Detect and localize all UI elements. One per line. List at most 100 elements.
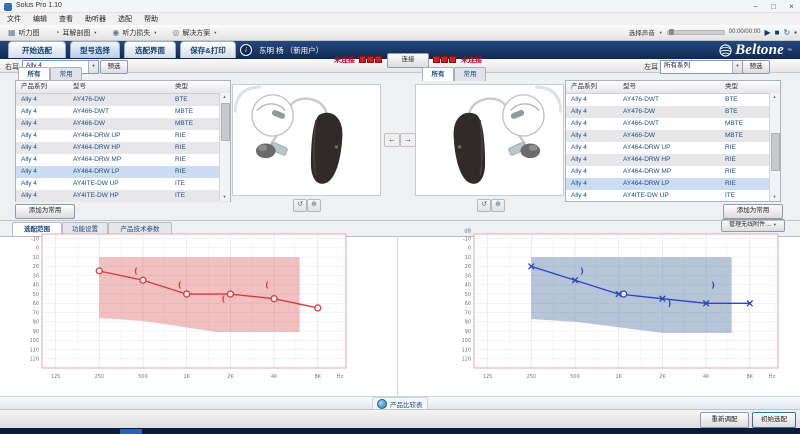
right-preselect-button[interactable]: 预选 <box>100 60 128 74</box>
left-preselect-button[interactable]: 预选 <box>742 60 770 74</box>
table-row[interactable]: Ally 4AY476-DWBTE <box>566 106 780 118</box>
svg-text:1K: 1K <box>615 374 622 380</box>
table-row[interactable]: Ally 4AY464-DRW UPRIE <box>16 130 230 142</box>
svg-text:): ) <box>580 267 584 276</box>
table-row[interactable]: Ally 4AY466-DWTMBTE <box>566 118 780 130</box>
table-row[interactable]: Ally 4AY466-DWTMBTE <box>16 106 230 118</box>
table-row[interactable]: Ally 4AY4ITE-DW HPITE <box>16 190 230 202</box>
column-header[interactable]: 产品系列 <box>16 81 68 93</box>
ear-anatomy-button[interactable]: ◔ 耳解剖图 ▼ <box>52 27 101 39</box>
play-icon[interactable]: ▶ <box>764 28 770 37</box>
select-sound-button[interactable]: 选择声音 <box>629 27 655 37</box>
initial-fit-button[interactable]: 初始选配 <box>752 412 796 428</box>
column-header[interactable]: 类型 <box>170 81 220 93</box>
hearing-loss-button[interactable]: ◉ 听力损失 ▼ <box>109 27 160 39</box>
rotate-view-button-left[interactable]: ↺ <box>477 199 491 212</box>
zoom-view-button-left[interactable]: ⊕ <box>491 199 505 212</box>
rotate-view-button-right[interactable]: ↺ <box>293 199 307 212</box>
slider-thumb[interactable] <box>669 29 674 35</box>
svg-text:1K: 1K <box>183 374 190 380</box>
scroll-down-icon[interactable]: ▼ <box>770 193 779 201</box>
cell: Ally 4 <box>16 142 68 154</box>
solutions-button[interactable]: ◎ 解决方案 ▼ <box>169 27 220 39</box>
table-row[interactable]: Ally 4AY464-DRW MPRIE <box>566 166 780 178</box>
refit-button[interactable]: 重新调配 <box>700 412 749 428</box>
column-header[interactable]: 产品系列 <box>566 81 618 93</box>
scrollbar-thumb[interactable] <box>221 103 230 141</box>
menu-item-file[interactable]: 文件 <box>7 14 21 24</box>
right-model-table: 产品系列型号类型 Ally 4AY476-DWTBTEAlly 4AY476-D… <box>565 80 781 202</box>
table-row[interactable]: Ally 4AY464-DRW LPRIE <box>16 166 230 178</box>
scroll-down-icon[interactable]: ▼ <box>220 193 229 201</box>
table-row[interactable]: Ally 4AY466-DWMBTE <box>16 118 230 130</box>
left-add-favorite-button[interactable]: 添加为常用 <box>15 204 75 219</box>
tab-start-fitting[interactable]: 开始选配 <box>8 41 66 58</box>
table-row[interactable]: Ally 4AY464-DRW LPRIE <box>566 178 780 190</box>
right-tab-all[interactable]: 所有 <box>422 67 454 81</box>
menu-item-view[interactable]: 查看 <box>59 14 73 24</box>
svg-text:4K: 4K <box>703 374 710 380</box>
hearing-aid-illustration-left <box>416 85 563 195</box>
menu-item-help[interactable]: 帮助 <box>144 14 158 24</box>
scroll-up-icon[interactable]: ▲ <box>220 93 229 101</box>
svg-text:125: 125 <box>483 374 493 380</box>
close-button[interactable]: × <box>783 0 800 13</box>
copy-right-icon[interactable]: → <box>400 133 416 147</box>
cell: MBTE <box>170 106 220 118</box>
chevron-down-icon: ▼ <box>93 30 97 35</box>
scrollbar-thumb[interactable] <box>771 133 780 171</box>
svg-text:40: 40 <box>465 283 471 289</box>
copy-left-icon[interactable]: ← <box>384 133 400 147</box>
loop-icon[interactable]: ↻ <box>783 28 790 37</box>
table-row[interactable]: Ally 4AY476-DWBTE <box>16 94 230 106</box>
table-row[interactable]: Ally 4AY466-DWMBTE <box>566 130 780 142</box>
left-tab-favorites[interactable]: 常用 <box>50 67 82 81</box>
svg-text:40: 40 <box>33 283 39 289</box>
table-row[interactable]: Ally 4AY464-DRW UPRIE <box>566 142 780 154</box>
audiogram-button[interactable]: ▦ 听力图 <box>5 27 43 39</box>
table-row[interactable]: Ally 4AY476-DWTBTE <box>566 94 780 106</box>
tab-model-selection[interactable]: 型号选择 <box>70 41 120 58</box>
cell: Ally 4 <box>16 190 68 202</box>
cell: Ally 4 <box>566 106 618 118</box>
cell: AY464-DRW UP <box>618 142 720 154</box>
tab-save-print[interactable]: 保存&打印 <box>180 41 236 58</box>
cell: RIE <box>170 142 220 154</box>
scroll-up-icon[interactable]: ▲ <box>770 93 779 101</box>
sound-progress-slider[interactable] <box>667 30 725 35</box>
tab-fitting-screen[interactable]: 选配界面 <box>124 41 176 58</box>
right-add-favorite-button[interactable]: 添加为常用 <box>723 204 783 219</box>
cell: Ally 4 <box>16 106 68 118</box>
svg-text:30: 30 <box>33 273 39 279</box>
zoom-view-button-right[interactable]: ⊕ <box>307 199 321 212</box>
menu-item-fitting[interactable]: 选配 <box>118 14 132 24</box>
info-icon[interactable]: i <box>240 44 252 56</box>
left-ear-series-select[interactable]: 所有系列 ▼ <box>660 60 743 74</box>
right-table-scrollbar[interactable]: ▲ ▼ <box>769 93 780 201</box>
stop-icon[interactable]: ■ <box>775 28 780 37</box>
table-row[interactable]: Ally 4AY464-DRW MPRIE <box>16 154 230 166</box>
menu-item-hearing-aid[interactable]: 助听器 <box>85 14 106 24</box>
column-header[interactable]: 型号 <box>618 81 720 93</box>
right-device-image <box>232 84 381 196</box>
table-row[interactable]: Ally 4AY4ITE-DW UPITE <box>16 178 230 190</box>
maximize-button[interactable]: □ <box>765 0 782 13</box>
detach-player-icon[interactable]: ▪ <box>794 28 797 37</box>
table-row[interactable]: Ally 4AY464-DRW HPRIE <box>16 142 230 154</box>
column-header[interactable]: 型号 <box>68 81 170 93</box>
cell: AY466-DWT <box>68 106 170 118</box>
connect-button[interactable]: 连接 <box>387 53 429 68</box>
table-row[interactable]: Ally 4AY464-DRW HPRIE <box>566 154 780 166</box>
left-table-scrollbar[interactable]: ▲ ▼ <box>219 93 230 201</box>
svg-text:70: 70 <box>465 310 471 316</box>
left-tab-all[interactable]: 所有 <box>18 67 50 81</box>
cell: Ally 4 <box>566 142 618 154</box>
column-header[interactable]: 类型 <box>720 81 770 93</box>
panel-divider <box>397 236 398 396</box>
minimize-button[interactable]: − <box>747 0 764 13</box>
menu-item-edit[interactable]: 编辑 <box>33 14 47 24</box>
svg-text:120: 120 <box>461 357 471 363</box>
globe-icon <box>719 44 732 57</box>
table-row[interactable]: Ally 4AY4ITE-DW UPITE <box>566 190 780 202</box>
right-tab-favorites[interactable]: 常用 <box>454 67 486 81</box>
